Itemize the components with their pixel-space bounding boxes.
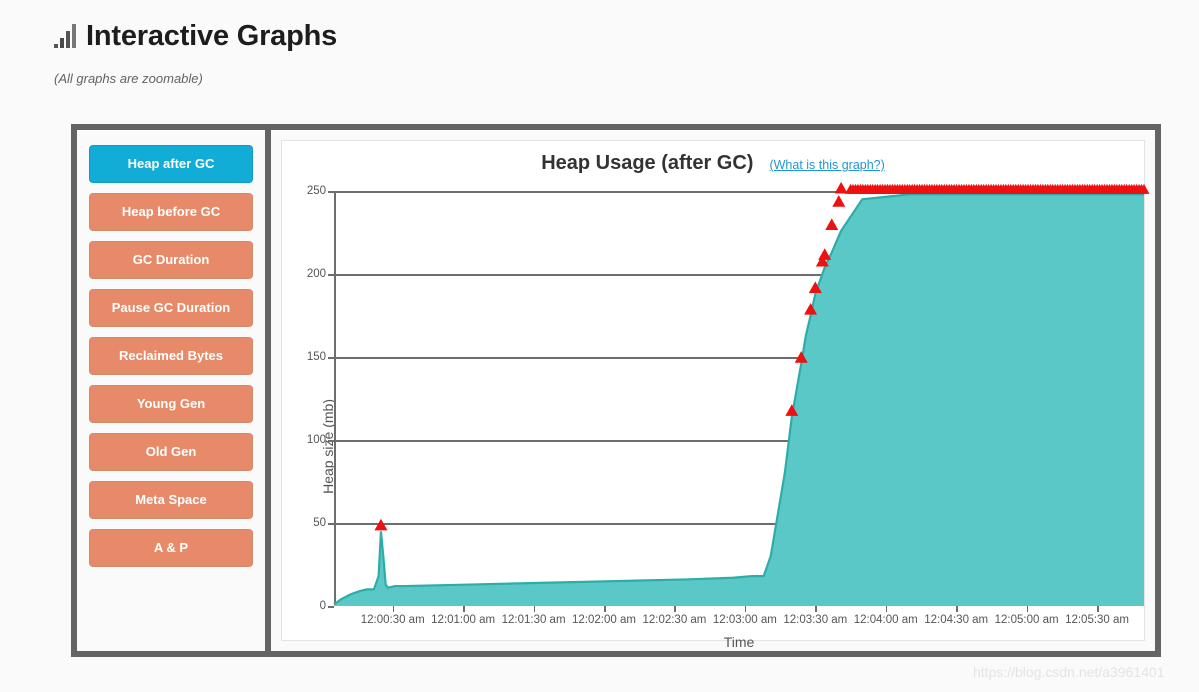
x-tick-label: 12:04:00 am (853, 614, 918, 626)
x-tick-label: 12:02:00 am (572, 614, 636, 626)
sidebar-item-reclaimed-bytes[interactable]: Reclaimed Bytes (89, 337, 253, 375)
x-tick-mark (1097, 606, 1099, 612)
sidebar-item-a-p[interactable]: A & P (89, 529, 253, 567)
x-tick-label: 12:05:00 am (994, 614, 1059, 626)
x-tick-mark (392, 606, 395, 612)
x-tick-mark (674, 606, 676, 612)
page-header: Interactive Graphs (All graphs are zooma… (0, 0, 1199, 86)
x-tick-label: 12:03:30 am (783, 614, 848, 626)
sidebar-item-old-gen[interactable]: Old Gen (89, 433, 253, 471)
graph-type-sidebar: Heap after GC Heap before GC GC Duration Pa… (77, 130, 271, 651)
sidebar-item-meta-space[interactable]: Meta Space (89, 481, 253, 519)
gc-event-marker[interactable] (825, 218, 839, 230)
x-tick-mark (815, 606, 817, 612)
x-tick-mark (533, 606, 536, 612)
sidebar-item-pause-gc-duration[interactable]: Pause GC Duration (89, 289, 253, 327)
chart-title: Heap Usage (after GC) (541, 152, 754, 174)
x-tick-mark (744, 606, 747, 612)
gc-event-marker[interactable] (834, 181, 848, 194)
gc-event-marker[interactable] (818, 248, 832, 260)
sidebar-item-young-gen[interactable]: Young Gen (89, 385, 253, 423)
graphs-panel: Heap after GC Heap before GC GC Duration Pa… (71, 124, 1161, 657)
x-tick-label: 12:03:00 am (712, 614, 777, 626)
sidebar-item-heap-after-gc[interactable]: Heap after GC (89, 145, 253, 183)
y-tick-label: 0 (319, 600, 326, 612)
x-tick-mark (1026, 606, 1029, 612)
what-is-this-graph-link[interactable]: (What is this graph?) (769, 158, 884, 172)
bar-chart-icon (54, 24, 76, 51)
plot-area[interactable]: Heap size (mb) 0 50 100 150 200 250 12:00:30 a… (307, 181, 1150, 626)
series-svg (333, 181, 1150, 606)
sidebar-item-heap-before-gc[interactable]: Heap before GC (89, 193, 253, 231)
y-tick-label: 100 (306, 434, 326, 446)
y-tick-mark (328, 606, 334, 608)
page-subtitle: (All graphs are zoomable) (54, 71, 203, 86)
page-title: Interactive Graphs (86, 20, 338, 52)
sidebar-item-gc-duration[interactable]: GC Duration (89, 241, 253, 279)
x-tick-label: 12:00:30 am (360, 614, 425, 626)
x-tick-mark (885, 606, 888, 612)
y-tick-label: 150 (306, 351, 326, 363)
x-tick-label: 12:01:30 am (501, 614, 566, 626)
watermark: https://blog.csdn.net/a3961401 (973, 664, 1165, 680)
chart-header: Heap Usage (after GC) (What is this grap… (282, 141, 1144, 175)
x-tick-mark (604, 606, 606, 612)
x-tick-mark (956, 606, 958, 612)
x-tick-label: 12:05:30 am (1065, 614, 1129, 626)
chart-card: Heap Usage (after GC) (What is this grap… (281, 140, 1150, 650)
title-row: Interactive Graphs (54, 22, 1199, 51)
gc-event-marker[interactable] (832, 195, 846, 207)
plot-inner: 0 50 100 150 200 250 12:00:30 am 12:01:00 am 12:… (307, 181, 1150, 626)
gc-event-marker[interactable] (374, 518, 388, 531)
x-axis-title: Time (723, 634, 755, 650)
x-tick-label: 12:04:30 am (924, 614, 989, 626)
x-tick-label: 12:02:30 am (642, 614, 707, 626)
x-tick-label: 12:01:00 am (431, 614, 496, 626)
y-tick-label: 250 (306, 185, 326, 197)
y-tick-label: 200 (306, 268, 326, 280)
series-area-heap-after-gc (334, 194, 1144, 606)
x-tick-mark (463, 606, 465, 612)
plot-wrapper: Heap size (mb) 0 50 100 150 200 250 12:00:30 a… (282, 179, 1150, 650)
y-tick-label: 50 (313, 517, 326, 529)
